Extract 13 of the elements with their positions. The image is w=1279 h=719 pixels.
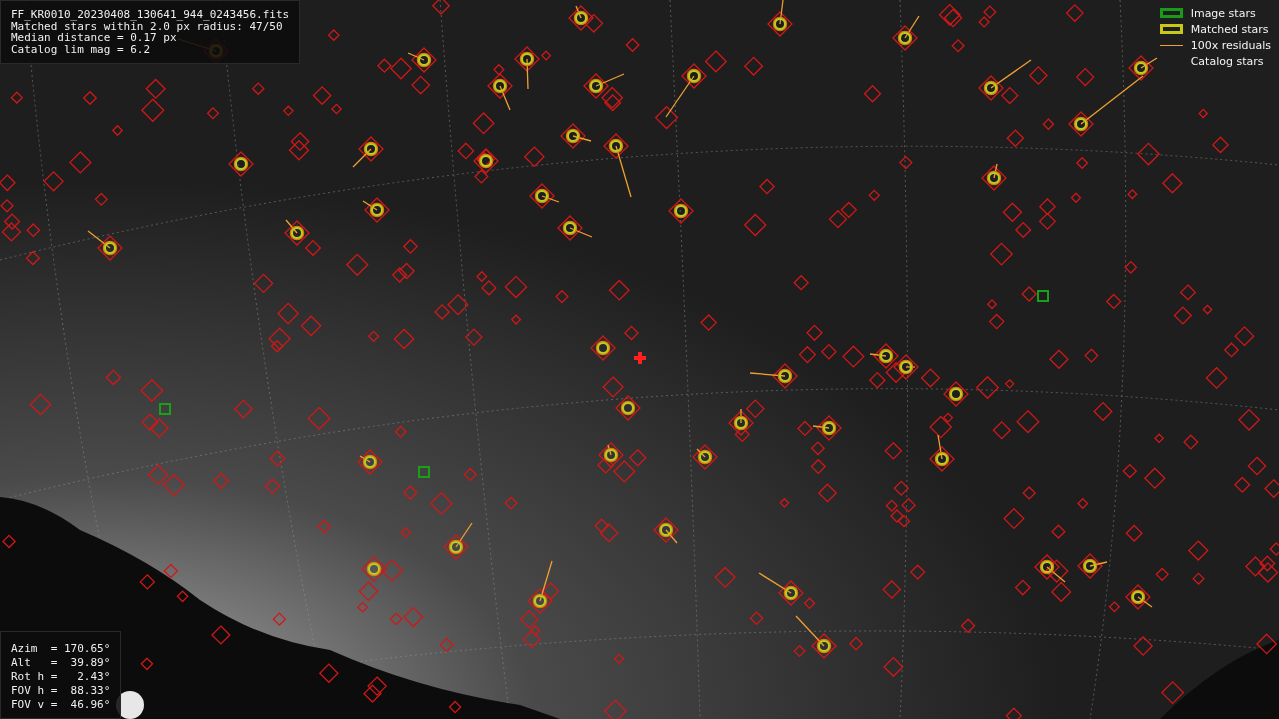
info-text: Median distance = 0.17 px [11,32,177,44]
pointing-text: FOV h = 88.33° [11,684,111,698]
legend-label: Image stars [1190,6,1256,20]
info-text: Catalog lim mag = 6.2 [11,43,152,55]
info-text: FF_KR0010_20230408_130641_944_0243456.fits [11,9,290,21]
info-text: Matched stars within 2.0 px radius: 47/50 [11,20,283,32]
legend-label: Matched stars [1190,22,1269,36]
pointing-text: FOV v = 46.96° [11,698,111,712]
legend-label: Catalog stars [1190,54,1264,68]
legend-label: 100x residuals [1190,38,1271,52]
pointing-text: Rot h = 2.43° [11,670,111,684]
pointing-text: Azim = 170.65° [11,642,111,656]
pointing-text: Alt = 39.89° [11,656,111,670]
